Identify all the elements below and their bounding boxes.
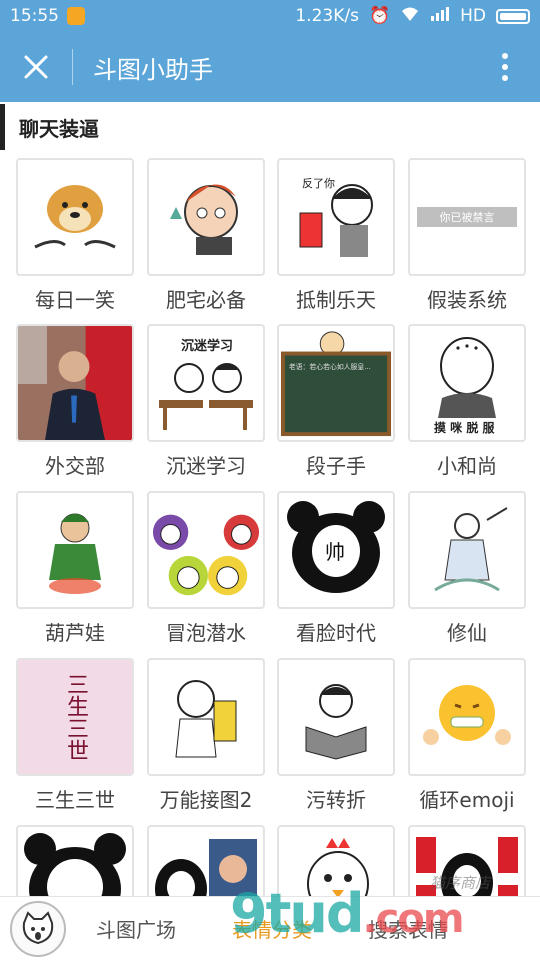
watermark-signature: 猫序商店 xyxy=(430,874,491,892)
category-label: 修仙 xyxy=(447,621,487,645)
category-tile[interactable]: 冒泡潜水 xyxy=(147,491,265,646)
category-tile[interactable]: 摸 咪 脱 服 小和尚 xyxy=(408,324,526,479)
tab-sticker-square[interactable]: 斗图广场 xyxy=(96,914,176,943)
network-speed: 1.23K/s xyxy=(295,6,359,26)
category-label: 污转折 xyxy=(306,788,366,812)
notification-app-icon xyxy=(67,7,85,25)
status-right: 1.23K/s ⏰ HD xyxy=(295,6,530,27)
category-tile[interactable]: 万能接图2 xyxy=(147,658,265,813)
teletubbies-icon xyxy=(152,514,260,596)
category-label: 抵制乐天 xyxy=(296,288,376,312)
category-label: 小和尚 xyxy=(437,454,497,478)
category-thumbnail xyxy=(147,491,265,609)
section-header: 聊天装逼 xyxy=(0,102,540,152)
category-label: 沉迷学习 xyxy=(166,454,246,478)
category-label: 冒泡潜水 xyxy=(166,621,246,645)
category-label: 看脸时代 xyxy=(296,621,376,645)
category-tile[interactable]: 三生三世 三生三世 xyxy=(16,658,134,813)
close-button[interactable] xyxy=(0,32,72,102)
category-label: 段子手 xyxy=(306,454,366,478)
thumb-text: 老语：若心若心如人服皇... xyxy=(289,362,371,371)
thumb-text: 沉迷学习 xyxy=(181,338,233,354)
app-bar: 斗图小助手 xyxy=(0,32,540,102)
category-tile[interactable]: 循环emoji xyxy=(408,658,526,813)
network-type: HD xyxy=(460,6,486,26)
category-thumbnail: 摸 咪 脱 服 xyxy=(408,324,526,442)
signal-icon xyxy=(430,6,450,26)
category-label: 循环emoji xyxy=(419,788,515,812)
category-thumbnail: 帅 xyxy=(277,491,395,609)
cat-avatar-icon xyxy=(22,910,54,944)
page-title: 斗图小助手 xyxy=(93,55,213,84)
category-label: 假装系统 xyxy=(427,288,507,312)
studying-meme-icon: 沉迷学习 xyxy=(159,338,253,430)
category-thumbnail: 三生三世 xyxy=(16,658,134,776)
category-tile[interactable]: 肥宅必备 xyxy=(147,158,265,313)
close-icon xyxy=(24,55,48,79)
category-tile[interactable]: 沉迷学习 沉迷学习 xyxy=(147,324,265,479)
category-thumbnail xyxy=(147,658,265,776)
chalkboard-icon: 老语：若心若心如人服皇... xyxy=(280,331,392,437)
category-label: 每日一笑 xyxy=(35,288,115,312)
category-thumbnail xyxy=(16,491,134,609)
category-tile[interactable]: 帅 看脸时代 xyxy=(277,491,395,646)
diplomat-photo-icon xyxy=(18,326,132,440)
category-thumbnail: 老语：若心若心如人服皇... xyxy=(277,324,395,442)
immortal-cultivator-icon xyxy=(434,507,508,592)
category-thumbnail: 沉迷学习 xyxy=(147,324,265,442)
category-tile[interactable]: 反了你 抵制乐天 xyxy=(277,158,395,313)
category-tile[interactable]: 老语：若心若心如人服皇... 段子手 xyxy=(277,324,395,479)
section-indicator xyxy=(0,104,5,150)
section-title: 聊天装逼 xyxy=(19,116,99,141)
category-tile[interactable]: 你已被禁言 假装系统 xyxy=(408,158,526,313)
category-tile[interactable]: 葫芦娃 xyxy=(16,491,134,646)
category-thumbnail xyxy=(408,658,526,776)
category-tile[interactable]: 污转折 xyxy=(277,658,395,813)
thumb-text: 三生三世 xyxy=(63,673,88,761)
status-bar: 15:55 1.23K/s ⏰ HD xyxy=(0,0,540,32)
category-thumbnail xyxy=(16,158,134,276)
app-bar-divider xyxy=(72,49,73,85)
thumb-text: 帅 xyxy=(325,540,345,564)
reading-meme-icon xyxy=(305,684,367,760)
category-tile[interactable]: 每日一笑 xyxy=(16,158,134,313)
panda-face-icon: 帅 xyxy=(287,501,385,593)
category-thumbnail xyxy=(277,658,395,776)
thumb-text: 反了你 xyxy=(302,177,335,190)
grinning-emoji-icon xyxy=(423,685,511,745)
alarm-icon: ⏰ xyxy=(368,6,391,26)
battery-icon xyxy=(496,8,530,24)
doge-icon xyxy=(34,185,116,249)
category-label: 外交部 xyxy=(45,454,105,478)
category-tile[interactable]: 外交部 xyxy=(16,324,134,479)
more-vertical-icon xyxy=(502,53,508,81)
anime-character-icon xyxy=(170,184,238,255)
more-button[interactable] xyxy=(470,32,540,102)
thumb-text: 你已被禁言 xyxy=(417,207,517,227)
category-thumbnail xyxy=(408,491,526,609)
wifi-icon xyxy=(400,6,420,27)
watermark-logo: 9tud.com xyxy=(230,882,465,945)
status-time: 15:55 xyxy=(10,6,59,26)
calabash-brother-icon xyxy=(49,513,101,594)
category-tile[interactable]: 修仙 xyxy=(408,491,526,646)
sign-holding-meme-icon xyxy=(175,680,237,758)
category-thumbnail xyxy=(16,324,134,442)
monk-icon: 摸 咪 脱 服 xyxy=(434,337,496,435)
category-label: 三生三世 xyxy=(35,788,115,812)
category-label: 葫芦娃 xyxy=(45,621,105,645)
category-thumbnail: 你已被禁言 xyxy=(408,158,526,276)
meme-character-icon: 反了你 xyxy=(299,177,373,257)
category-label: 万能接图2 xyxy=(159,788,253,812)
category-thumbnail xyxy=(147,158,265,276)
category-thumbnail: 反了你 xyxy=(277,158,395,276)
avatar[interactable] xyxy=(10,900,66,957)
category-label: 肥宅必备 xyxy=(166,288,246,312)
thumb-text: 摸 咪 脱 服 xyxy=(434,420,496,435)
